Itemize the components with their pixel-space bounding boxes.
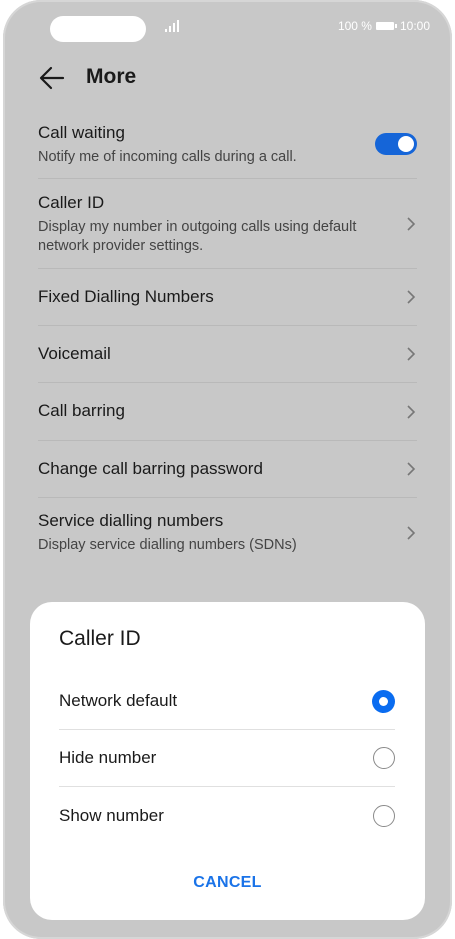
setting-subtitle: Notify me of incoming calls during a cal… [38, 149, 297, 165]
setting-title: Voicemail [38, 344, 111, 363]
setting-voicemail[interactable]: Voicemail [38, 326, 417, 383]
phone-screen: 100 % 10:00 More Call waiting Notify me … [3, 0, 452, 939]
chevron-right-icon [407, 462, 416, 476]
caller-id-dialog: Caller ID Network default Hide number Sh… [30, 602, 425, 920]
option-label: Network default [59, 691, 178, 710]
chevron-right-icon [407, 347, 416, 361]
header: More [3, 58, 452, 98]
setting-title: Call barring [38, 401, 125, 420]
setting-service-dialling[interactable]: Service dialling numbers Display service… [38, 498, 417, 568]
chevron-right-icon [407, 290, 416, 304]
cancel-button[interactable]: CANCEL [30, 874, 425, 892]
status-bar-right: 100 % 10:00 [338, 19, 430, 33]
setting-subtitle: Display service dialling numbers (SDNs) [38, 537, 297, 553]
signal-icon [165, 20, 181, 32]
option-label: Show number [59, 805, 164, 825]
setting-title: Service dialling numbers [38, 511, 224, 530]
battery-text: 100 % [337, 19, 372, 33]
option-hide-number[interactable]: Hide number [59, 730, 395, 787]
dialog-title: Caller ID [59, 627, 141, 650]
camera-pill [50, 16, 146, 42]
setting-call-waiting[interactable]: Call waiting Notify me of incoming calls… [38, 110, 417, 179]
radio-unselected-icon[interactable] [373, 747, 395, 769]
page-title: More [86, 65, 137, 88]
call-waiting-toggle[interactable] [375, 133, 417, 155]
setting-title: Fixed Dialling Numbers [38, 287, 214, 306]
setting-title: Change call barring password [38, 459, 263, 478]
setting-title: Caller ID [38, 193, 105, 212]
battery-icon [375, 22, 397, 30]
setting-title: Call waiting [38, 123, 125, 142]
radio-unselected-icon[interactable] [373, 804, 395, 827]
chevron-right-icon [407, 404, 416, 419]
setting-caller-id[interactable]: Caller ID Display my number in outgoing … [38, 179, 417, 269]
setting-call-barring[interactable]: Call barring [38, 383, 417, 441]
setting-fixed-dialling[interactable]: Fixed Dialling Numbers [38, 269, 417, 326]
option-network-default[interactable]: Network default [59, 673, 395, 730]
clock: 10:00 [399, 19, 430, 33]
chevron-right-icon [407, 216, 416, 231]
chevron-right-icon [407, 526, 416, 540]
setting-change-barring-password[interactable]: Change call barring password [38, 441, 417, 498]
radio-selected-icon[interactable] [372, 690, 395, 713]
arrow-left-icon[interactable] [37, 63, 67, 93]
setting-subtitle: Display my number in outgoing calls usin… [38, 219, 357, 254]
option-show-number[interactable]: Show number [59, 787, 395, 844]
settings-list: Call waiting Notify me of incoming calls… [38, 110, 417, 568]
option-label: Hide number [59, 748, 157, 767]
